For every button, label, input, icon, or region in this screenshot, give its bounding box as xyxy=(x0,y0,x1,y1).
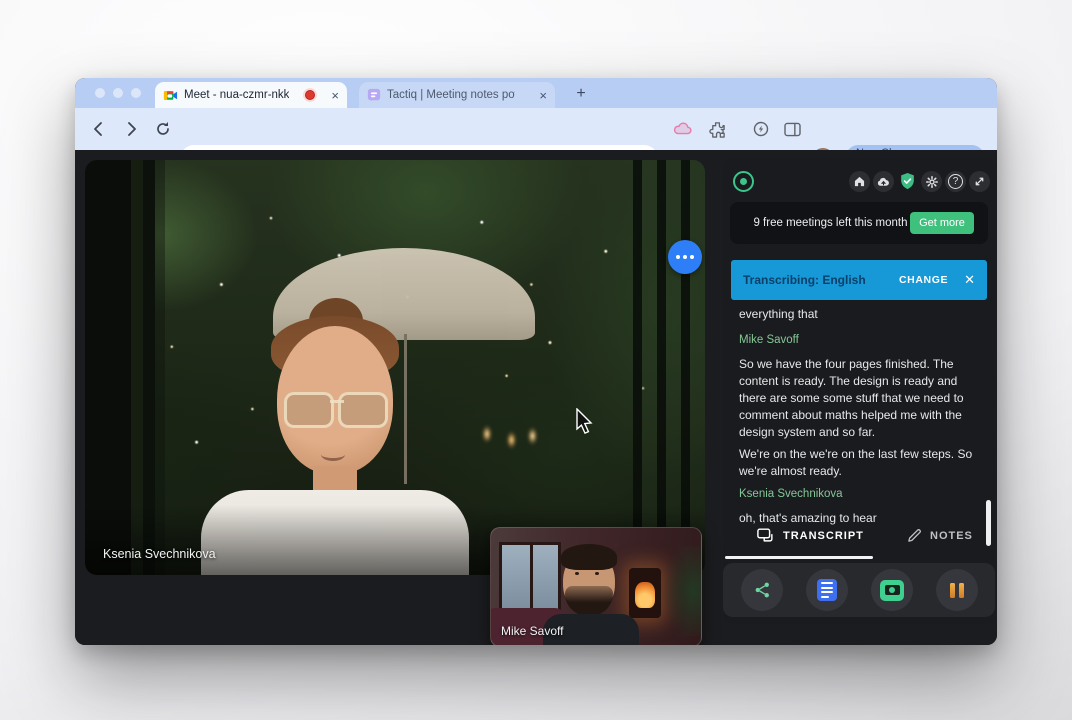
window-close-button[interactable] xyxy=(95,88,105,98)
home-icon[interactable] xyxy=(849,171,870,192)
banner-close-icon[interactable]: ✕ xyxy=(964,272,975,288)
transcript-partial: everything that xyxy=(739,306,981,323)
pip-beard xyxy=(565,586,613,616)
battery-saver-icon[interactable] xyxy=(749,117,773,141)
change-language-button[interactable]: CHANGE xyxy=(899,274,948,286)
google-docs-button[interactable] xyxy=(806,569,848,611)
cloud-upload-icon[interactable] xyxy=(873,171,894,192)
screenshot-button[interactable] xyxy=(871,569,913,611)
participant-mouth xyxy=(321,448,345,461)
notes-pencil-icon xyxy=(907,528,922,543)
tab-tactiq-title: Tactiq | Meeting notes power xyxy=(387,89,515,101)
transcript-speaker[interactable]: Mike Savoff xyxy=(739,334,799,346)
screenshot-camera-icon xyxy=(880,580,904,601)
tab-meet-title: Meet - nua-czmr-nkk xyxy=(184,89,289,101)
main-video-tile: Ksenia Svechnikova xyxy=(85,160,705,575)
transcribing-label: Transcribing: English xyxy=(743,273,866,287)
panel-tabs: TRANSCRIPT NOTES xyxy=(723,528,995,558)
mouse-cursor xyxy=(575,408,597,443)
tactiq-panel: ? 9 free meetings left this month Get mo… xyxy=(723,158,995,624)
privacy-shield-icon[interactable] xyxy=(897,171,918,192)
transcript-paragraph: oh, that's amazing to hear xyxy=(739,510,981,527)
browser-window: Meet - nua-czmr-nkk × Tactiq | Meeting n… xyxy=(75,78,997,645)
pip-hair xyxy=(561,544,617,570)
google-docs-icon xyxy=(817,579,837,601)
tactiq-favicon-icon xyxy=(367,88,381,102)
quota-card: 9 free meetings left this month Get more xyxy=(730,202,988,244)
share-icon xyxy=(754,581,771,599)
pip-plant xyxy=(657,546,702,636)
back-icon[interactable] xyxy=(87,117,111,141)
recording-indicator-icon xyxy=(303,88,317,102)
active-tab-underline xyxy=(725,556,873,559)
reload-icon[interactable] xyxy=(151,117,175,141)
pip-video-tile[interactable]: Mike Savoff xyxy=(490,527,702,645)
browser-toolbar: meet.google.com/nua-czmr-nkk New Chrome … xyxy=(75,108,997,150)
tab-tactiq[interactable]: Tactiq | Meeting notes power × xyxy=(359,82,555,108)
tactiq-logo-icon xyxy=(733,171,754,192)
tab-transcript[interactable]: TRANSCRIPT xyxy=(757,528,864,543)
tactiq-action-bar xyxy=(723,563,995,617)
window-zoom-button[interactable] xyxy=(131,88,141,98)
extensions-puzzle-icon[interactable] xyxy=(705,117,729,141)
transcript-speaker[interactable]: Ksenia Svechnikova xyxy=(739,488,843,500)
meet-favicon-icon xyxy=(163,88,178,103)
tab-tactiq-close-icon[interactable]: × xyxy=(539,89,547,102)
collapse-panel-icon[interactable] xyxy=(969,171,990,192)
main-participant-name: Ksenia Svechnikova xyxy=(103,547,216,561)
share-button[interactable] xyxy=(741,569,783,611)
help-icon[interactable]: ? xyxy=(945,171,966,192)
transcript-chat-icon xyxy=(757,528,775,543)
pip-participant-name: Mike Savoff xyxy=(501,624,563,638)
tab-meet[interactable]: Meet - nua-czmr-nkk × xyxy=(155,82,347,108)
transcribing-banner: Transcribing: English CHANGE ✕ xyxy=(731,260,987,300)
window-minimize-button[interactable] xyxy=(113,88,123,98)
get-more-button[interactable]: Get more xyxy=(910,212,974,234)
transcript-paragraph: We're on the we're on the last few steps… xyxy=(739,446,981,480)
tab-meet-close-icon[interactable]: × xyxy=(331,89,339,102)
participant-glasses xyxy=(282,392,390,426)
pause-icon xyxy=(950,583,964,598)
side-panel-icon[interactable] xyxy=(780,117,804,141)
chat-bubble-icon[interactable] xyxy=(668,240,702,274)
transcript-paragraph: So we have the four pages finished. The … xyxy=(739,356,981,441)
quota-text: 9 free meetings left this month xyxy=(748,216,913,231)
settings-gear-icon[interactable] xyxy=(921,171,942,192)
candles-glow xyxy=(473,418,543,458)
tab-notes[interactable]: NOTES xyxy=(907,528,973,543)
forward-icon[interactable] xyxy=(119,117,143,141)
pause-transcription-button[interactable] xyxy=(936,569,978,611)
extension-cloud-icon[interactable] xyxy=(671,117,695,141)
new-tab-button[interactable]: + xyxy=(569,82,593,106)
tab-strip: Meet - nua-czmr-nkk × Tactiq | Meeting n… xyxy=(75,78,997,108)
